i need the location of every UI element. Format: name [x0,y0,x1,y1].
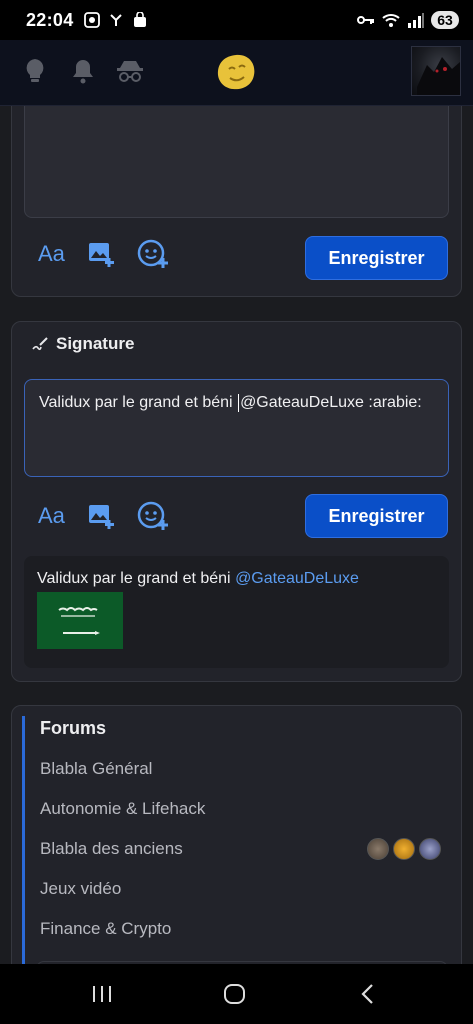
section-title: Signature [56,334,135,353]
forums-card: Forums Blabla Général Autonomie & Lifeha… [11,705,462,964]
avatar[interactable] [367,838,389,860]
saudi-flag-sticker [37,592,123,649]
screenshot-icon [83,12,100,28]
bell-icon[interactable] [71,58,95,84]
mention-link[interactable]: @GateauDeLuxe [235,570,359,587]
signature-preview: Validux par le grand et béni @GateauDeLu… [24,556,449,668]
system-navbar [0,964,473,1024]
avatar[interactable] [419,838,441,860]
forum-link[interactable]: Autonomie & Lifehack [40,799,205,819]
avatar[interactable] [393,838,415,860]
emoji-add-icon[interactable] [137,239,169,269]
lightbulb-icon[interactable] [24,58,46,84]
smiley-logo[interactable] [216,53,256,91]
wifi-icon [382,14,400,27]
forum-link[interactable]: Blabla Général [40,759,152,779]
incognito-icon[interactable] [116,58,144,84]
forum-accent-bar [22,716,25,964]
save-button[interactable]: Enregistrer [305,236,448,280]
signal-icon [408,13,424,28]
forum-link[interactable]: Finance & Crypto [40,919,171,939]
editor-textarea[interactable] [24,106,449,218]
text-caret [238,393,240,412]
signature-card: Signature Validux par le grand et béni @… [11,321,462,682]
page-content: Aa Enregistrer Signature Validux par le … [0,106,473,964]
battery-indicator: 63 [431,11,459,29]
image-add-icon[interactable] [87,502,115,530]
text-format-button[interactable]: Aa [38,500,65,532]
editor-card: Aa Enregistrer [11,106,462,297]
status-time: 22:04 [26,9,74,30]
forum-link[interactable]: Jeux vidéo [40,879,121,899]
forums-title: Forums [40,718,107,738]
app-topbar [0,40,473,106]
text-format-button[interactable]: Aa [38,238,65,270]
key-icon [357,16,374,24]
recent-apps-icon[interactable] [90,984,114,1004]
back-icon[interactable] [358,983,378,1005]
home-icon[interactable] [223,983,247,1005]
status-bar: 22:04 63 [0,0,473,40]
online-users [367,838,441,860]
signature-input[interactable]: Validux par le grand et béni @GateauDeLu… [24,379,449,477]
bag-icon [133,12,146,27]
image-add-icon[interactable] [87,240,115,268]
signature-icon [32,337,48,351]
user-avatar[interactable] [411,46,461,96]
emoji-add-icon[interactable] [137,501,169,531]
forum-link[interactable]: Blabla des anciens [40,839,183,859]
notification-icon [109,14,122,26]
save-signature-button[interactable]: Enregistrer [305,494,448,538]
